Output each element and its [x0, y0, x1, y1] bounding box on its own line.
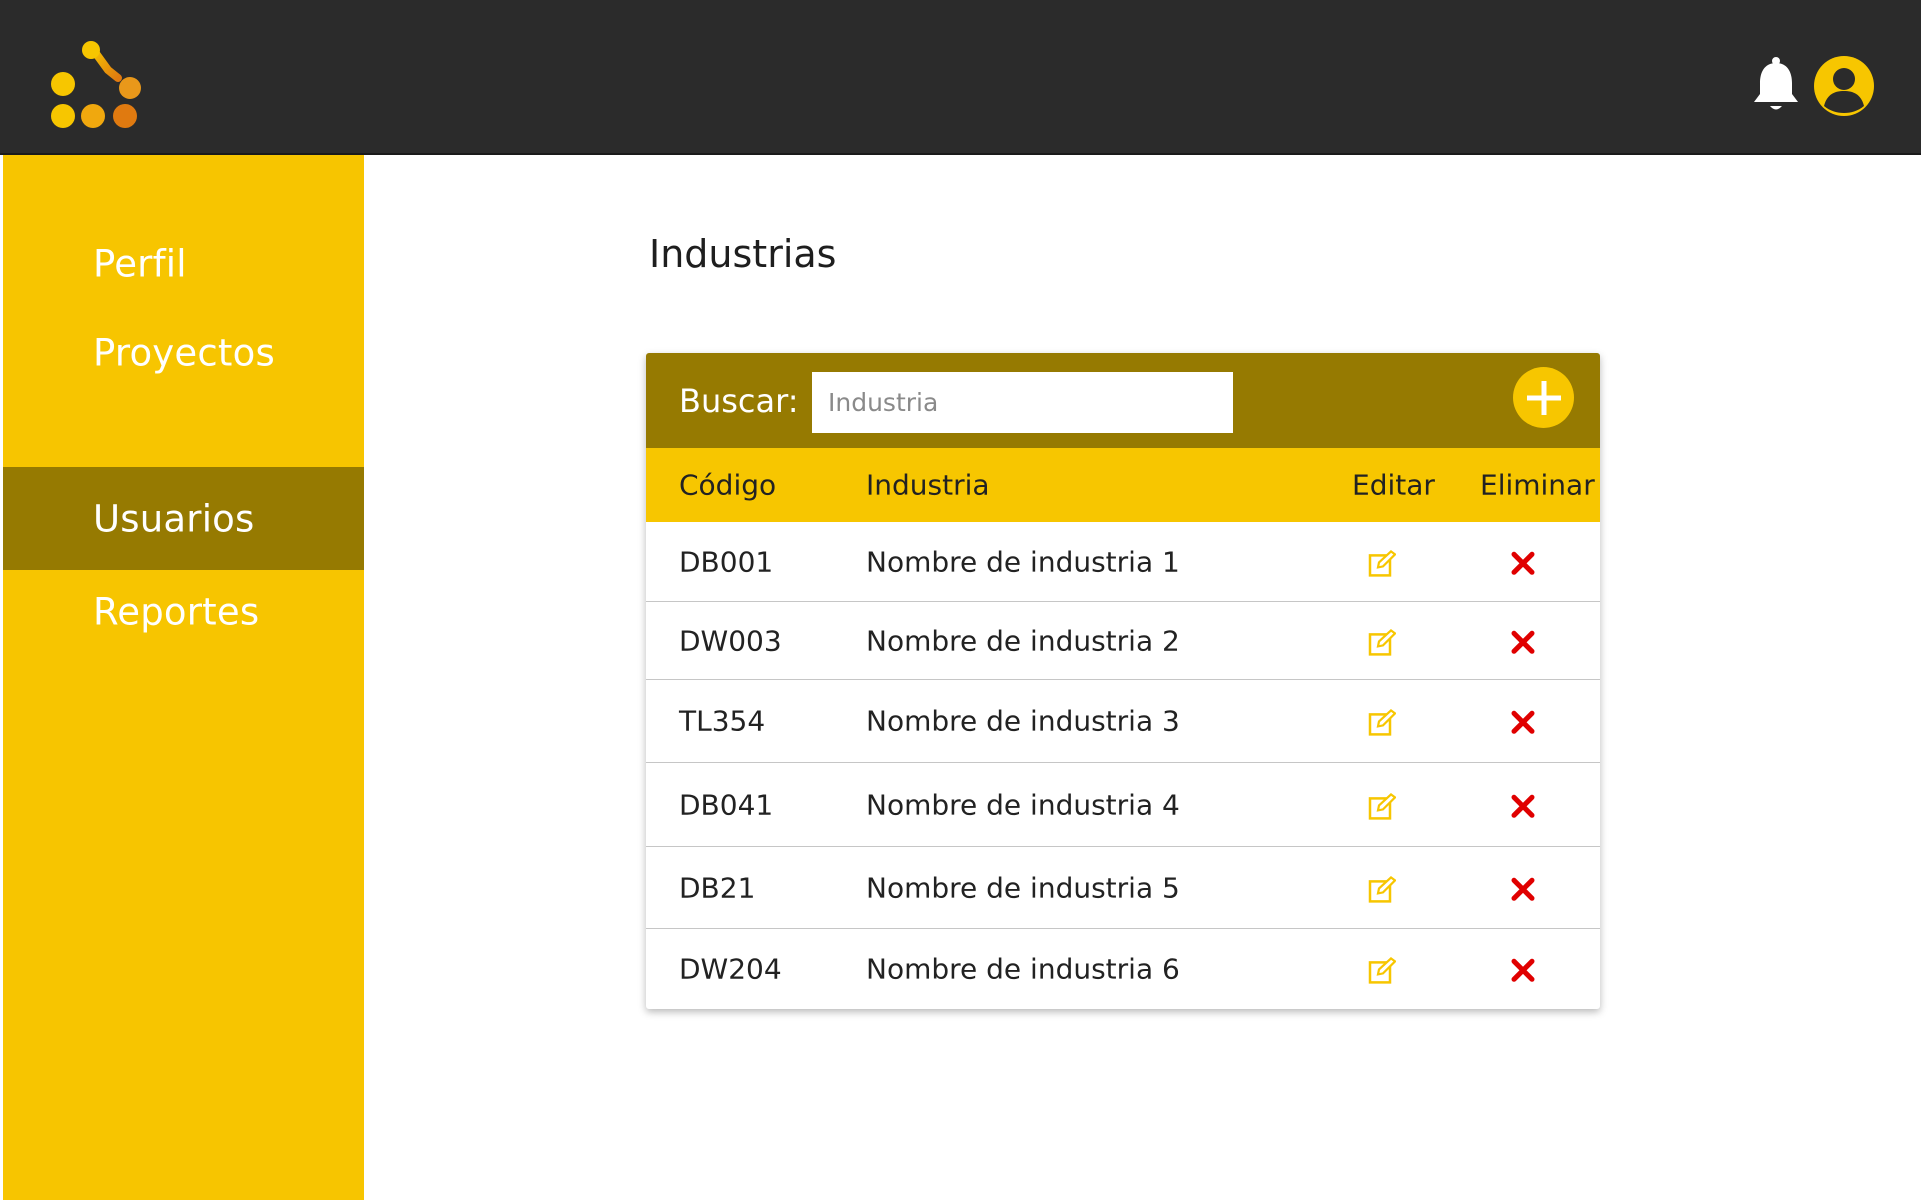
app-logo[interactable] [50, 40, 145, 135]
table-row: DB21 Nombre de industria 5 [646, 847, 1600, 929]
sidebar-item-label: Usuarios [93, 497, 255, 540]
table-row: DW204 Nombre de industria 6 [646, 929, 1600, 1009]
sidebar: Perfil Proyectos Usuarios Reportes [3, 155, 364, 1200]
cell-industria: Nombre de industria 1 [866, 545, 1180, 578]
search-label: Buscar: [679, 381, 799, 420]
edit-icon[interactable] [1368, 875, 1396, 903]
cell-codigo: TL354 [679, 704, 766, 738]
cell-codigo: DB001 [679, 545, 774, 578]
table-header: Código Industria Editar Eliminar [646, 448, 1600, 522]
cell-codigo: DB041 [679, 788, 774, 821]
sidebar-item-proyectos[interactable]: Proyectos [3, 301, 364, 404]
edit-icon[interactable] [1368, 708, 1396, 736]
cell-codigo: DB21 [679, 871, 756, 904]
add-industry-button[interactable] [1513, 367, 1574, 428]
sidebar-item-label: Reportes [93, 590, 260, 633]
cell-industria: Nombre de industria 6 [866, 952, 1180, 986]
delete-icon[interactable] [1510, 709, 1536, 735]
top-bar [0, 0, 1921, 155]
sidebar-item-perfil[interactable]: Perfil [3, 212, 364, 315]
bell-icon[interactable] [1751, 56, 1801, 114]
sidebar-item-label: Proyectos [93, 331, 275, 374]
edit-icon[interactable] [1368, 956, 1396, 984]
column-header-codigo: Código [679, 468, 777, 502]
search-input[interactable] [812, 372, 1233, 433]
delete-icon[interactable] [1510, 793, 1536, 819]
edit-icon[interactable] [1368, 549, 1396, 577]
table-row: TL354 Nombre de industria 3 [646, 680, 1600, 763]
industries-table-card: Buscar: Código Industria Editar Eliminar… [646, 353, 1600, 1009]
user-icon[interactable] [1814, 56, 1874, 116]
column-header-editar: Editar [1352, 468, 1435, 502]
table-row: DW003 Nombre de industria 2 [646, 602, 1600, 680]
edit-icon[interactable] [1368, 792, 1396, 820]
sidebar-item-reportes[interactable]: Reportes [3, 560, 364, 663]
sidebar-item-usuarios[interactable]: Usuarios [3, 467, 364, 570]
column-header-industria: Industria [866, 468, 990, 502]
search-bar: Buscar: [646, 353, 1600, 448]
delete-icon[interactable] [1510, 629, 1536, 655]
cell-codigo: DW204 [679, 952, 782, 986]
edit-icon[interactable] [1368, 628, 1396, 656]
table-row: DB041 Nombre de industria 4 [646, 763, 1600, 847]
cell-codigo: DW003 [679, 624, 782, 657]
sidebar-item-label: Perfil [93, 242, 187, 285]
delete-icon[interactable] [1510, 550, 1536, 576]
delete-icon[interactable] [1510, 957, 1536, 983]
cell-industria: Nombre de industria 5 [866, 871, 1180, 904]
cell-industria: Nombre de industria 3 [866, 704, 1180, 738]
table-row: DB001 Nombre de industria 1 [646, 522, 1600, 602]
page-title: Industrias [649, 232, 837, 276]
cell-industria: Nombre de industria 2 [866, 624, 1180, 657]
cell-industria: Nombre de industria 4 [866, 788, 1180, 821]
delete-icon[interactable] [1510, 876, 1536, 902]
column-header-eliminar: Eliminar [1480, 468, 1595, 502]
